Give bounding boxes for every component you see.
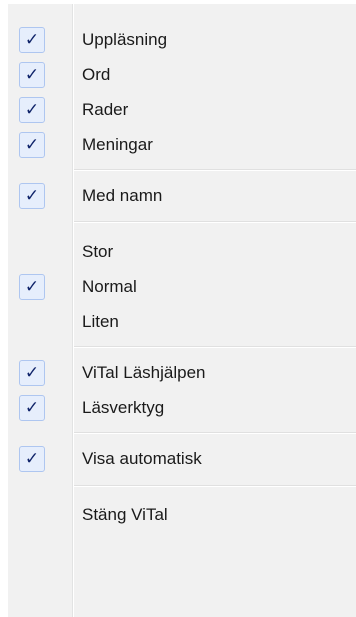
menu-item-rader[interactable]: ✓ Rader bbox=[8, 95, 356, 125]
menu-item-label: Med namn bbox=[82, 186, 163, 205]
checkmark-icon: ✓ bbox=[19, 97, 45, 123]
menu-item-vital-lashjalpen[interactable]: ✓ ViTal Läshjälpen bbox=[8, 358, 356, 388]
menu-item-label: Rader bbox=[82, 100, 129, 119]
checkmark-icon: ✓ bbox=[19, 132, 45, 158]
checkmark-icon: ✓ bbox=[19, 446, 45, 472]
checkmark-icon: ✓ bbox=[19, 395, 45, 421]
menu-item-label: Visa automatisk bbox=[82, 449, 202, 468]
menu-item-label: Stor bbox=[82, 242, 114, 261]
menu-item-lasverktyg[interactable]: ✓ Läsverktyg bbox=[8, 393, 356, 423]
context-menu: ✓ Uppläsning ✓ Ord ✓ Rader ✓ Meningar ✓ … bbox=[8, 4, 356, 617]
menu-item-label: Uppläsning bbox=[82, 30, 168, 49]
menu-item-stang-vital[interactable]: Stäng ViTal bbox=[8, 500, 356, 530]
menu-item-label: Läsverktyg bbox=[82, 398, 165, 417]
menu-item-upplasning[interactable]: ✓ Uppläsning bbox=[8, 25, 356, 55]
menu-separator bbox=[74, 221, 356, 223]
checkmark-icon: ✓ bbox=[19, 274, 45, 300]
menu-item-stor[interactable]: Stor bbox=[8, 237, 356, 267]
menu-item-label: ViTal Läshjälpen bbox=[82, 363, 206, 382]
menu-item-label: Meningar bbox=[82, 135, 153, 154]
menu-item-label: Stäng ViTal bbox=[82, 505, 168, 524]
menu-item-label: Normal bbox=[82, 277, 137, 296]
menu-item-med-namn[interactable]: ✓ Med namn bbox=[8, 181, 356, 211]
menu-item-label: Ord bbox=[82, 65, 111, 84]
checkmark-icon: ✓ bbox=[19, 360, 45, 386]
menu-item-meningar[interactable]: ✓ Meningar bbox=[8, 130, 356, 160]
menu-separator bbox=[74, 432, 356, 434]
menu-separator bbox=[74, 169, 356, 171]
menu-item-liten[interactable]: Liten bbox=[8, 307, 356, 337]
menu-item-normal[interactable]: ✓ Normal bbox=[8, 272, 356, 302]
menu-item-ord[interactable]: ✓ Ord bbox=[8, 60, 356, 90]
menu-item-visa-automatisk[interactable]: ✓ Visa automatisk bbox=[8, 444, 356, 474]
menu-separator bbox=[74, 346, 356, 348]
menu-item-label: Liten bbox=[82, 312, 119, 331]
checkmark-icon: ✓ bbox=[19, 27, 45, 53]
checkmark-icon: ✓ bbox=[19, 183, 45, 209]
menu-separator bbox=[74, 485, 356, 487]
checkmark-icon: ✓ bbox=[19, 62, 45, 88]
